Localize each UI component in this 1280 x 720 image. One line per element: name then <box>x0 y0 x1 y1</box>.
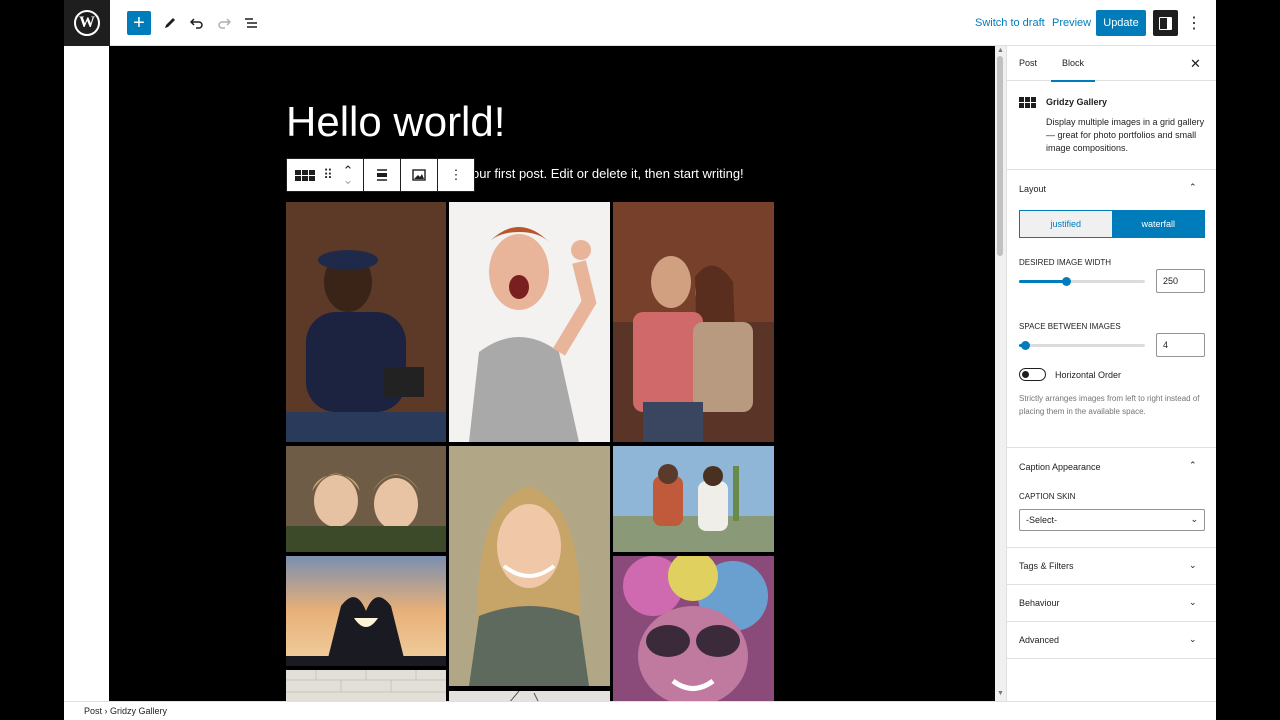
post-title[interactable]: Hello world! <box>286 98 505 146</box>
layout-panel: Layout ⌃ justified waterfall DESIRED IMA… <box>1007 170 1216 448</box>
breadcrumb: Post › Gridzy Gallery <box>84 706 167 716</box>
switch-to-draft-link[interactable]: Switch to draft <box>975 17 1045 29</box>
block-toolbar-group-align <box>364 159 401 191</box>
sidebar-icon <box>1159 16 1172 30</box>
desired-width-slider-handle[interactable] <box>1062 277 1071 286</box>
preview-link[interactable]: Preview <box>1052 17 1091 29</box>
gallery-image[interactable] <box>613 202 774 442</box>
gallery-image[interactable] <box>449 446 610 686</box>
space-between-slider-handle[interactable] <box>1021 341 1030 350</box>
gallery-icon[interactable] <box>291 161 319 189</box>
tools-button[interactable] <box>157 10 183 36</box>
layout-mode-toggle: justified waterfall <box>1019 210 1205 238</box>
panel-advanced[interactable]: Advanced ⌄ <box>1007 622 1216 659</box>
caption-skin-select[interactable]: -Select- ⌄ <box>1019 509 1205 531</box>
canvas-scrollbar[interactable]: ▲ ▼ <box>995 46 1006 701</box>
breadcrumb-item-post[interactable]: Post <box>84 706 102 716</box>
horizontal-order-label: Horizontal Order <box>1055 370 1122 380</box>
scroll-up-icon[interactable]: ▲ <box>997 47 1004 54</box>
gridzy-gallery[interactable] <box>286 202 774 701</box>
panel-behaviour[interactable]: Behaviour ⌄ <box>1007 585 1216 622</box>
tab-block[interactable]: Block <box>1050 58 1096 82</box>
block-card: Gridzy Gallery Display multiple images i… <box>1007 81 1216 170</box>
list-view-icon <box>245 18 257 28</box>
space-between-slider[interactable] <box>1019 341 1145 350</box>
redo-button[interactable] <box>211 10 237 36</box>
pencil-icon <box>165 18 175 28</box>
more-options-icon[interactable]: ⋮ <box>442 161 470 189</box>
caption-panel-title: Caption Appearance <box>1019 462 1101 472</box>
panel-tags-filters[interactable]: Tags & Filters ⌄ <box>1007 548 1216 585</box>
wordpress-logo-button[interactable]: W <box>64 0 110 46</box>
layout-option-justified[interactable]: justified <box>1020 211 1113 237</box>
chevron-down-icon: ⌄ <box>1189 634 1197 644</box>
scroll-down-icon[interactable]: ▼ <box>997 690 1004 697</box>
desired-width-slider[interactable] <box>1019 277 1145 286</box>
gallery-image[interactable] <box>286 556 446 666</box>
desired-width-label: DESIRED IMAGE WIDTH <box>1019 258 1112 267</box>
list-view-button[interactable] <box>238 10 264 36</box>
block-description: Display multiple images in a grid galler… <box>1046 117 1205 153</box>
gallery-image[interactable] <box>286 446 446 552</box>
close-icon[interactable]: ✕ <box>1190 56 1201 72</box>
caption-skin-label: CAPTION SKIN <box>1019 492 1076 501</box>
chevron-down-icon: ⌄ <box>1190 514 1198 524</box>
desired-width-input[interactable]: 250 <box>1156 269 1205 293</box>
drag-handle-icon[interactable]: ⠿ <box>319 161 337 189</box>
align-icon[interactable] <box>368 161 396 189</box>
gallery-image[interactable] <box>613 446 774 552</box>
move-icon[interactable]: ⌃ ⌄ <box>337 161 359 189</box>
settings-toggle-button[interactable] <box>1153 10 1178 36</box>
chevron-up-icon: ⌃ <box>1189 182 1197 192</box>
undo-icon <box>190 18 203 29</box>
horizontal-order-toggle[interactable] <box>1019 368 1046 381</box>
gallery-image[interactable] <box>449 202 610 442</box>
gallery-image[interactable] <box>613 556 774 701</box>
update-button[interactable]: Update <box>1096 10 1146 36</box>
layout-panel-title: Layout <box>1019 184 1047 194</box>
chevron-down-icon: ⌄ <box>1189 597 1197 607</box>
scrollbar-thumb[interactable] <box>997 56 1003 256</box>
block-toolbar: ⠿ ⌃ ⌄ ⋮ <box>286 158 475 192</box>
post-paragraph[interactable]: our first post. Edit or delete it, then … <box>472 166 744 181</box>
gallery-icon <box>1019 97 1036 108</box>
undo-button[interactable] <box>184 10 210 36</box>
chevron-up-icon: ⌃ <box>1189 460 1197 470</box>
editor-canvas[interactable]: Hello world! our first post. Edit or del… <box>109 46 995 701</box>
add-block-button[interactable]: + <box>127 11 151 35</box>
block-toolbar-group-more: ⋮ <box>438 159 474 191</box>
wordpress-icon: W <box>74 10 100 36</box>
block-title: Gridzy Gallery <box>1046 97 1108 107</box>
toggle-knob <box>1022 371 1029 378</box>
more-menu-icon[interactable]: ⋮ <box>1186 13 1202 33</box>
breadcrumb-item-block[interactable]: Gridzy Gallery <box>110 706 167 716</box>
desired-width-slider-fill <box>1019 280 1066 283</box>
sidebar-tabs: Post Block ✕ <box>1007 46 1216 82</box>
space-between-label: SPACE BETWEEN IMAGES <box>1019 322 1121 331</box>
replace-image-icon[interactable] <box>405 161 433 189</box>
chevron-down-icon: ⌄ <box>1189 560 1197 570</box>
gallery-image[interactable] <box>286 202 446 442</box>
space-between-input[interactable]: 4 <box>1156 333 1205 357</box>
layout-panel-header[interactable]: Layout ⌃ <box>1007 170 1216 210</box>
gallery-image[interactable] <box>449 690 610 701</box>
plus-icon: + <box>133 12 145 34</box>
block-toolbar-group-type: ⠿ ⌃ ⌄ <box>287 159 364 191</box>
caption-panel: Caption Appearance ⌃ CAPTION SKIN -Selec… <box>1007 448 1216 548</box>
block-toolbar-group-replace <box>401 159 438 191</box>
block-editor: W + Switch to draft Preview Update ⋮ Hel… <box>64 0 1216 720</box>
footer-breadcrumb-bar: Post › Gridzy Gallery <box>64 701 1216 720</box>
redo-icon <box>218 18 231 29</box>
panel-title: Advanced <box>1019 635 1060 645</box>
gallery-image[interactable] <box>286 670 446 701</box>
editor-header: W + Switch to draft Preview Update ⋮ <box>64 0 1216 46</box>
panel-title: Tags & Filters <box>1019 561 1074 571</box>
caption-panel-header[interactable]: Caption Appearance ⌃ <box>1007 448 1216 488</box>
tab-post[interactable]: Post <box>1019 58 1037 68</box>
layout-option-waterfall[interactable]: waterfall <box>1112 211 1204 237</box>
horizontal-order-help: Strictly arranges images from left to ri… <box>1019 394 1200 416</box>
panel-title: Behaviour <box>1019 598 1060 608</box>
caption-skin-value: -Select- <box>1026 515 1058 525</box>
settings-sidebar: Post Block ✕ Gridzy Gallery Display mult… <box>1006 46 1216 701</box>
